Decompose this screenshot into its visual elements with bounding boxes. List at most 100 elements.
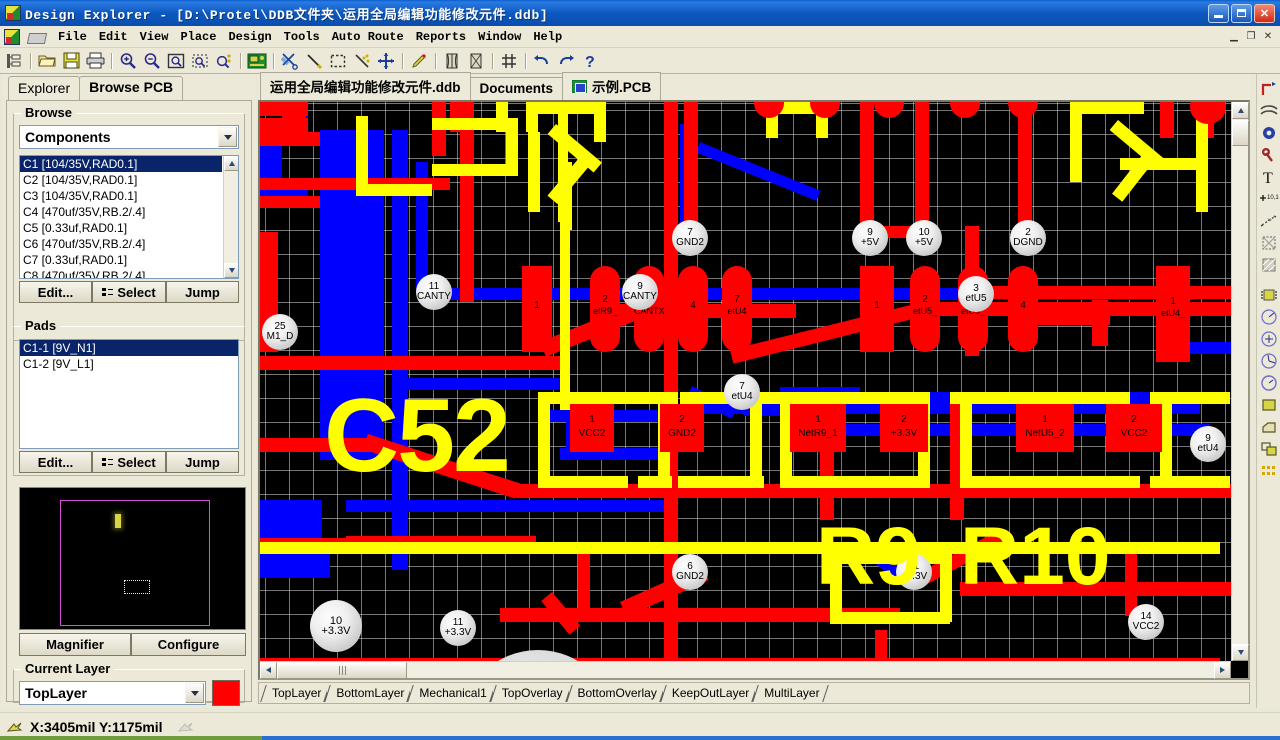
pad-listbox[interactable]: C1-1 [9V_N1] C1-2 [9V_L1] <box>19 339 239 449</box>
component-pad[interactable]: 1 <box>860 266 894 352</box>
menu-auto-route[interactable]: Auto Route <box>326 28 410 46</box>
place-via-icon[interactable] <box>1258 122 1280 144</box>
paste-icon[interactable] <box>302 50 326 72</box>
via[interactable]: 11 CANTY <box>416 274 452 310</box>
component-pad[interactable]: 1 NetU5_2 <box>1016 404 1074 452</box>
select-area-icon[interactable] <box>326 50 350 72</box>
flip-board-icon[interactable] <box>464 50 488 72</box>
component-pad[interactable]: 2 etU5_ <box>910 266 940 352</box>
layer-tab-bottomlayer[interactable]: BottomLayer <box>327 684 411 702</box>
place-coordinate-icon[interactable]: 10,10 <box>1258 188 1280 210</box>
scroll-left-button[interactable] <box>260 661 277 679</box>
component-edit-button[interactable]: Edit... <box>19 281 92 303</box>
polygon-plane-icon[interactable] <box>1258 394 1280 416</box>
silkscreen-designator[interactable]: R9 <box>816 516 921 598</box>
array-paste-icon[interactable] <box>1258 460 1280 482</box>
cut-icon[interactable] <box>278 50 302 72</box>
via[interactable]: 9 etU4 <box>1190 426 1226 462</box>
tab-ddb-file[interactable]: 运用全局编辑功能修改元件.ddb <box>260 72 471 100</box>
place-copper-pour-icon[interactable] <box>1258 438 1280 460</box>
vertical-scroll-thumb[interactable] <box>1232 120 1249 146</box>
grid-toggle-icon[interactable] <box>497 50 521 72</box>
tab-browse-pcb[interactable]: Browse PCB <box>79 76 184 100</box>
place-dimension-icon[interactable]: 10 <box>1258 210 1280 232</box>
restore-button[interactable] <box>1231 3 1252 23</box>
list-item[interactable]: C3 [104/35V,RAD0.1] <box>20 188 222 204</box>
deselect-icon[interactable] <box>350 50 374 72</box>
component-pad[interactable]: 1 etU4_ <box>1156 266 1190 362</box>
list-item[interactable]: C1-1 [9V_N1] <box>20 340 238 356</box>
magnifier-button[interactable]: Magnifier <box>19 633 131 656</box>
design-manager-icon[interactable] <box>2 50 26 72</box>
canvas-horizontal-scrollbar[interactable] <box>260 661 1231 679</box>
menu-window[interactable]: Window <box>472 28 527 46</box>
zoom-selection-icon[interactable] <box>188 50 212 72</box>
configure-button[interactable]: Configure <box>131 633 246 656</box>
scroll-down-button[interactable] <box>224 263 238 278</box>
pad-jump-button[interactable]: Jump <box>166 451 239 473</box>
open-folder-icon[interactable] <box>35 50 59 72</box>
list-item[interactable]: C1-2 [9V_L1] <box>20 356 238 372</box>
print-icon[interactable] <box>83 50 107 72</box>
component-pad[interactable]: 1 <box>522 266 552 352</box>
place-solid-region-icon[interactable] <box>1258 416 1280 438</box>
component-listbox[interactable]: C1 [104/35V,RAD0.1] C2 [104/35V,RAD0.1] … <box>19 155 239 279</box>
silkscreen-designator[interactable]: C52 <box>324 384 511 488</box>
component-pad[interactable]: 1 NetR9_1 <box>790 404 846 452</box>
list-item[interactable]: C2 [104/35V,RAD0.1] <box>20 172 222 188</box>
component-pad[interactable]: 4 <box>678 266 708 352</box>
view-3d-icon[interactable] <box>440 50 464 72</box>
mdi-close-button[interactable]: ✕ <box>1260 29 1276 44</box>
list-item[interactable]: C5 [0.33uf,RAD0.1] <box>20 220 222 236</box>
help-icon[interactable]: ? <box>578 50 602 72</box>
zoom-in-icon[interactable] <box>116 50 140 72</box>
layer-tab-toplayer[interactable]: TopLayer <box>263 684 328 702</box>
chevron-down-icon[interactable] <box>218 127 237 147</box>
via[interactable]: 11 +3.3V <box>440 610 476 646</box>
redo-icon[interactable] <box>554 50 578 72</box>
arc-edge-icon[interactable] <box>1258 328 1280 350</box>
list-item[interactable]: C8 [470uf/35V,RB.2/.4] <box>20 268 222 278</box>
place-track-icon[interactable] <box>1258 78 1280 100</box>
component-pad[interactable]: 2 VCC2 <box>1106 404 1162 452</box>
layer-tab-keepoutlayer[interactable]: KeepOutLayer <box>662 684 756 702</box>
via[interactable]: 10 +3.3V <box>310 600 362 652</box>
scroll-right-button[interactable] <box>1214 661 1231 679</box>
canvas-vertical-scrollbar[interactable] <box>1231 102 1249 661</box>
place-fill-icon[interactable] <box>1258 254 1280 276</box>
component-pad[interactable]: 1 VCC2 <box>570 404 614 452</box>
zoom-out-icon[interactable] <box>140 50 164 72</box>
list-item[interactable]: C1 [104/35V,RAD0.1] <box>20 156 222 172</box>
scroll-down-button[interactable] <box>1232 644 1249 661</box>
silkscreen-designator[interactable]: R10 <box>960 516 1110 598</box>
move-icon[interactable] <box>374 50 398 72</box>
browse-type-combo[interactable]: Components <box>19 125 239 149</box>
current-layer-combo[interactable]: TopLayer <box>19 681 206 705</box>
via[interactable]: 7 etU4 <box>724 374 760 410</box>
place-arc-icon[interactable] <box>1258 100 1280 122</box>
via[interactable]: 9 +5V <box>852 220 888 256</box>
document-app-icon[interactable] <box>4 28 20 45</box>
mdi-minimize-button[interactable]: ▁ <box>1226 29 1242 44</box>
zoom-last-icon[interactable] <box>212 50 236 72</box>
scroll-up-button[interactable] <box>1232 102 1249 119</box>
component-jump-button[interactable]: Jump <box>166 281 239 303</box>
menu-tools[interactable]: Tools <box>278 28 326 46</box>
via[interactable]: 10 +5V <box>906 220 942 256</box>
undo-icon[interactable] <box>530 50 554 72</box>
component-pad[interactable]: 2 +3.3V <box>880 404 928 452</box>
pad-edit-button[interactable]: Edit... <box>19 451 92 473</box>
mdi-restore-button[interactable]: ❐ <box>1243 29 1259 44</box>
arc-center-icon[interactable] <box>1258 306 1280 328</box>
list-item[interactable]: C6 [470uf/35V,RB.2/.4] <box>20 236 222 252</box>
place-keepout-icon[interactable] <box>1258 232 1280 254</box>
tab-pcb-document[interactable]: 示例.PCB <box>562 72 662 100</box>
minimize-button[interactable] <box>1208 3 1229 23</box>
pcb-canvas[interactable]: 1 2 etR9_ 3 CANTX 4 7 etU4 1 <box>260 102 1231 661</box>
component-select-button[interactable]: Select <box>92 281 166 303</box>
menu-reports[interactable]: Reports <box>410 28 472 46</box>
via[interactable]: 9 CANTY <box>622 274 658 310</box>
layer-tab-mechanical1[interactable]: Mechanical1 <box>410 684 493 702</box>
zoom-area-icon[interactable] <box>164 50 188 72</box>
via[interactable]: 14 VCC2 <box>1128 604 1164 640</box>
